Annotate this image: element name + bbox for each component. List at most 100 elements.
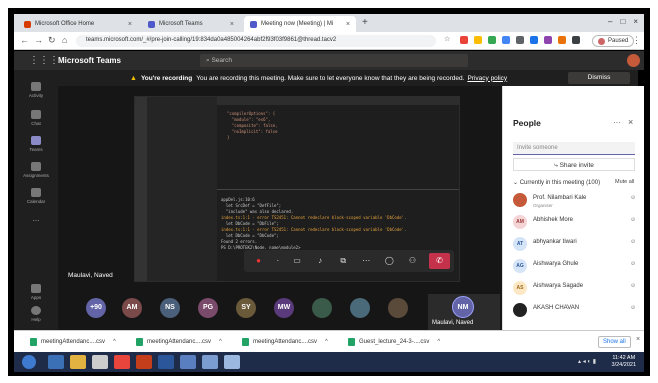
bookmark-star-icon[interactable]: ☆ — [444, 35, 450, 43]
home-icon[interactable]: ⌂ — [62, 35, 67, 45]
rail-item-teams[interactable]: Teams — [14, 136, 58, 152]
download-item[interactable]: Guest_lecture_24-3-....csv ^ — [348, 336, 440, 348]
participants-icon[interactable]: ⚇ — [402, 253, 423, 269]
extension-icon[interactable] — [502, 36, 510, 44]
rail-item-help[interactable]: Help — [14, 306, 58, 322]
screen: Microsoft Office Home × Microsoft Teams … — [8, 8, 650, 376]
self-name: Maulavi, Naved — [432, 320, 474, 326]
close-icon[interactable]: × — [628, 117, 633, 127]
more-options-icon[interactable]: ··· — [613, 118, 621, 127]
extension-icon[interactable] — [488, 36, 496, 44]
extension-icon[interactable] — [544, 36, 552, 44]
participant-list-item[interactable]: AS Aishwarya Sagade ⱷ — [513, 280, 637, 298]
file-explorer-icon[interactable] — [70, 355, 86, 369]
taskbar: ▴ ◂ ◐ ▮ 11:42 AM 3/24/2021 — [14, 352, 644, 372]
media-player-icon[interactable] — [92, 355, 108, 369]
download-item[interactable]: meetingAttendanc....csv ^ — [136, 336, 222, 348]
ie-icon[interactable] — [48, 355, 64, 369]
rail-item-chat[interactable]: Chat — [14, 110, 58, 126]
extension-icon[interactable] — [516, 36, 524, 44]
participant-photo[interactable] — [388, 298, 408, 318]
url-field[interactable]: teams.microsoft.com/_#/pre-join-calling/… — [76, 35, 436, 47]
extension-icon[interactable] — [558, 36, 566, 44]
mute-all-button[interactable]: Mute all — [615, 179, 634, 185]
participant-avatar[interactable]: PG — [198, 298, 218, 318]
mic-muted-icon: ⱷ — [631, 195, 635, 201]
chat-icon[interactable]: ◯ — [379, 253, 400, 269]
word-icon[interactable] — [158, 355, 174, 369]
more-participants-badge[interactable]: +90 — [86, 298, 106, 318]
call-timer: · — [276, 256, 280, 265]
powerpoint-icon[interactable] — [136, 355, 152, 369]
participant-avatar[interactable]: AM — [122, 298, 142, 318]
app-icon[interactable] — [224, 355, 240, 369]
clock[interactable]: 11:42 AM 3/24/2021 — [612, 355, 636, 369]
rail-item-more[interactable]: ... — [14, 214, 58, 223]
close-tab-icon[interactable]: × — [346, 21, 350, 28]
reload-icon[interactable]: ↻ — [48, 35, 56, 46]
participant-photo[interactable] — [312, 298, 332, 318]
rail-item-calendar[interactable]: Calendar — [14, 188, 58, 204]
new-tab-icon[interactable]: + — [362, 17, 368, 28]
chevron-up-icon[interactable]: ^ — [113, 339, 116, 345]
participant-list-item[interactable]: AT abhyankar tiwari ⱷ — [513, 236, 637, 254]
minimize-icon[interactable]: – — [608, 17, 612, 26]
close-window-icon[interactable]: × — [633, 17, 638, 26]
profile-paused-button[interactable]: Paused — [592, 35, 635, 47]
browser-tab[interactable]: Microsoft Office Home × — [18, 16, 138, 32]
in-meeting-header[interactable]: ⌄ Currently in this meeting (100) — [513, 179, 600, 186]
browser-tab-active[interactable]: Meeting now (Meeting) | Mi × — [244, 16, 356, 32]
participant-list-item[interactable]: AG Aishwarya Ghule ⱷ — [513, 258, 637, 276]
user-avatar[interactable] — [627, 54, 640, 67]
participant-list-item[interactable]: AM Abhishek More ⱷ — [513, 214, 637, 232]
download-item[interactable]: meetingAttendanc....csv ^ — [242, 336, 328, 348]
app-icon[interactable] — [180, 355, 196, 369]
search-input[interactable]: ⌕ Search — [200, 54, 468, 67]
participant-photo[interactable] — [350, 298, 370, 318]
share-invite-button[interactable]: ⤷ Share invite — [513, 158, 635, 171]
maximize-icon[interactable]: □ — [620, 17, 625, 26]
chrome-icon[interactable] — [114, 355, 130, 369]
share-screen-icon[interactable]: ⧉ — [333, 253, 354, 269]
rail-item-assignments[interactable]: Assignments — [14, 162, 58, 178]
rail-item-activity[interactable]: Activity — [14, 82, 58, 98]
chevron-up-icon[interactable]: ^ — [219, 339, 222, 345]
dismiss-button[interactable]: Dismiss — [568, 72, 630, 84]
extension-icon[interactable] — [474, 36, 482, 44]
participant-list-item[interactable]: AKASH CHAVAN ⱷ — [513, 302, 637, 320]
participant-avatar[interactable]: MW — [274, 298, 294, 318]
forward-icon[interactable]: → — [34, 35, 43, 45]
rail-item-apps[interactable]: Apps — [14, 284, 58, 300]
extension-icon[interactable] — [530, 36, 538, 44]
app-launcher-icon[interactable]: ⋮⋮⋮ — [29, 55, 59, 66]
vscode-editor-tabs — [217, 97, 459, 105]
close-tab-icon[interactable]: × — [128, 21, 132, 28]
camera-off-icon[interactable]: ▭ — [286, 253, 307, 269]
browser-tab[interactable]: Microsoft Teams × — [142, 16, 240, 32]
chevron-up-icon[interactable]: ^ — [437, 339, 440, 345]
chevron-up-icon[interactable]: ^ — [325, 339, 328, 345]
download-item[interactable]: meetingAttendanc....csv ^ — [30, 336, 116, 348]
avatar: AM — [513, 215, 527, 229]
privacy-policy-link[interactable]: Privacy policy — [467, 75, 507, 82]
participant-avatar[interactable]: NS — [160, 298, 180, 318]
hang-up-button[interactable]: ✆ — [428, 253, 451, 269]
close-icon[interactable]: × — [636, 336, 640, 343]
back-icon[interactable]: ← — [20, 35, 29, 45]
start-button[interactable] — [22, 355, 36, 369]
close-tab-icon[interactable]: × — [230, 21, 234, 28]
teams-icon — [31, 136, 41, 145]
more-actions-icon[interactable]: ⋯ — [356, 253, 377, 269]
show-all-button[interactable]: Show all — [598, 336, 631, 348]
app-icon[interactable] — [202, 355, 218, 369]
help-icon — [31, 306, 41, 315]
system-tray[interactable]: ▴ ◂ ◐ ▮ — [578, 358, 596, 365]
extensions-puzzle-icon[interactable] — [572, 36, 580, 44]
invite-input[interactable]: Invite someone — [513, 142, 635, 155]
participant-list-item[interactable]: Prof. Nilambari Kale Organiser ⱷ — [513, 192, 637, 210]
extension-icon[interactable] — [460, 36, 468, 44]
participant-avatar[interactable]: SY — [236, 298, 256, 318]
chat-icon — [31, 110, 41, 119]
mic-off-icon[interactable]: ♪ — [310, 253, 331, 269]
browser-menu-icon[interactable]: ⋮ — [632, 35, 641, 46]
